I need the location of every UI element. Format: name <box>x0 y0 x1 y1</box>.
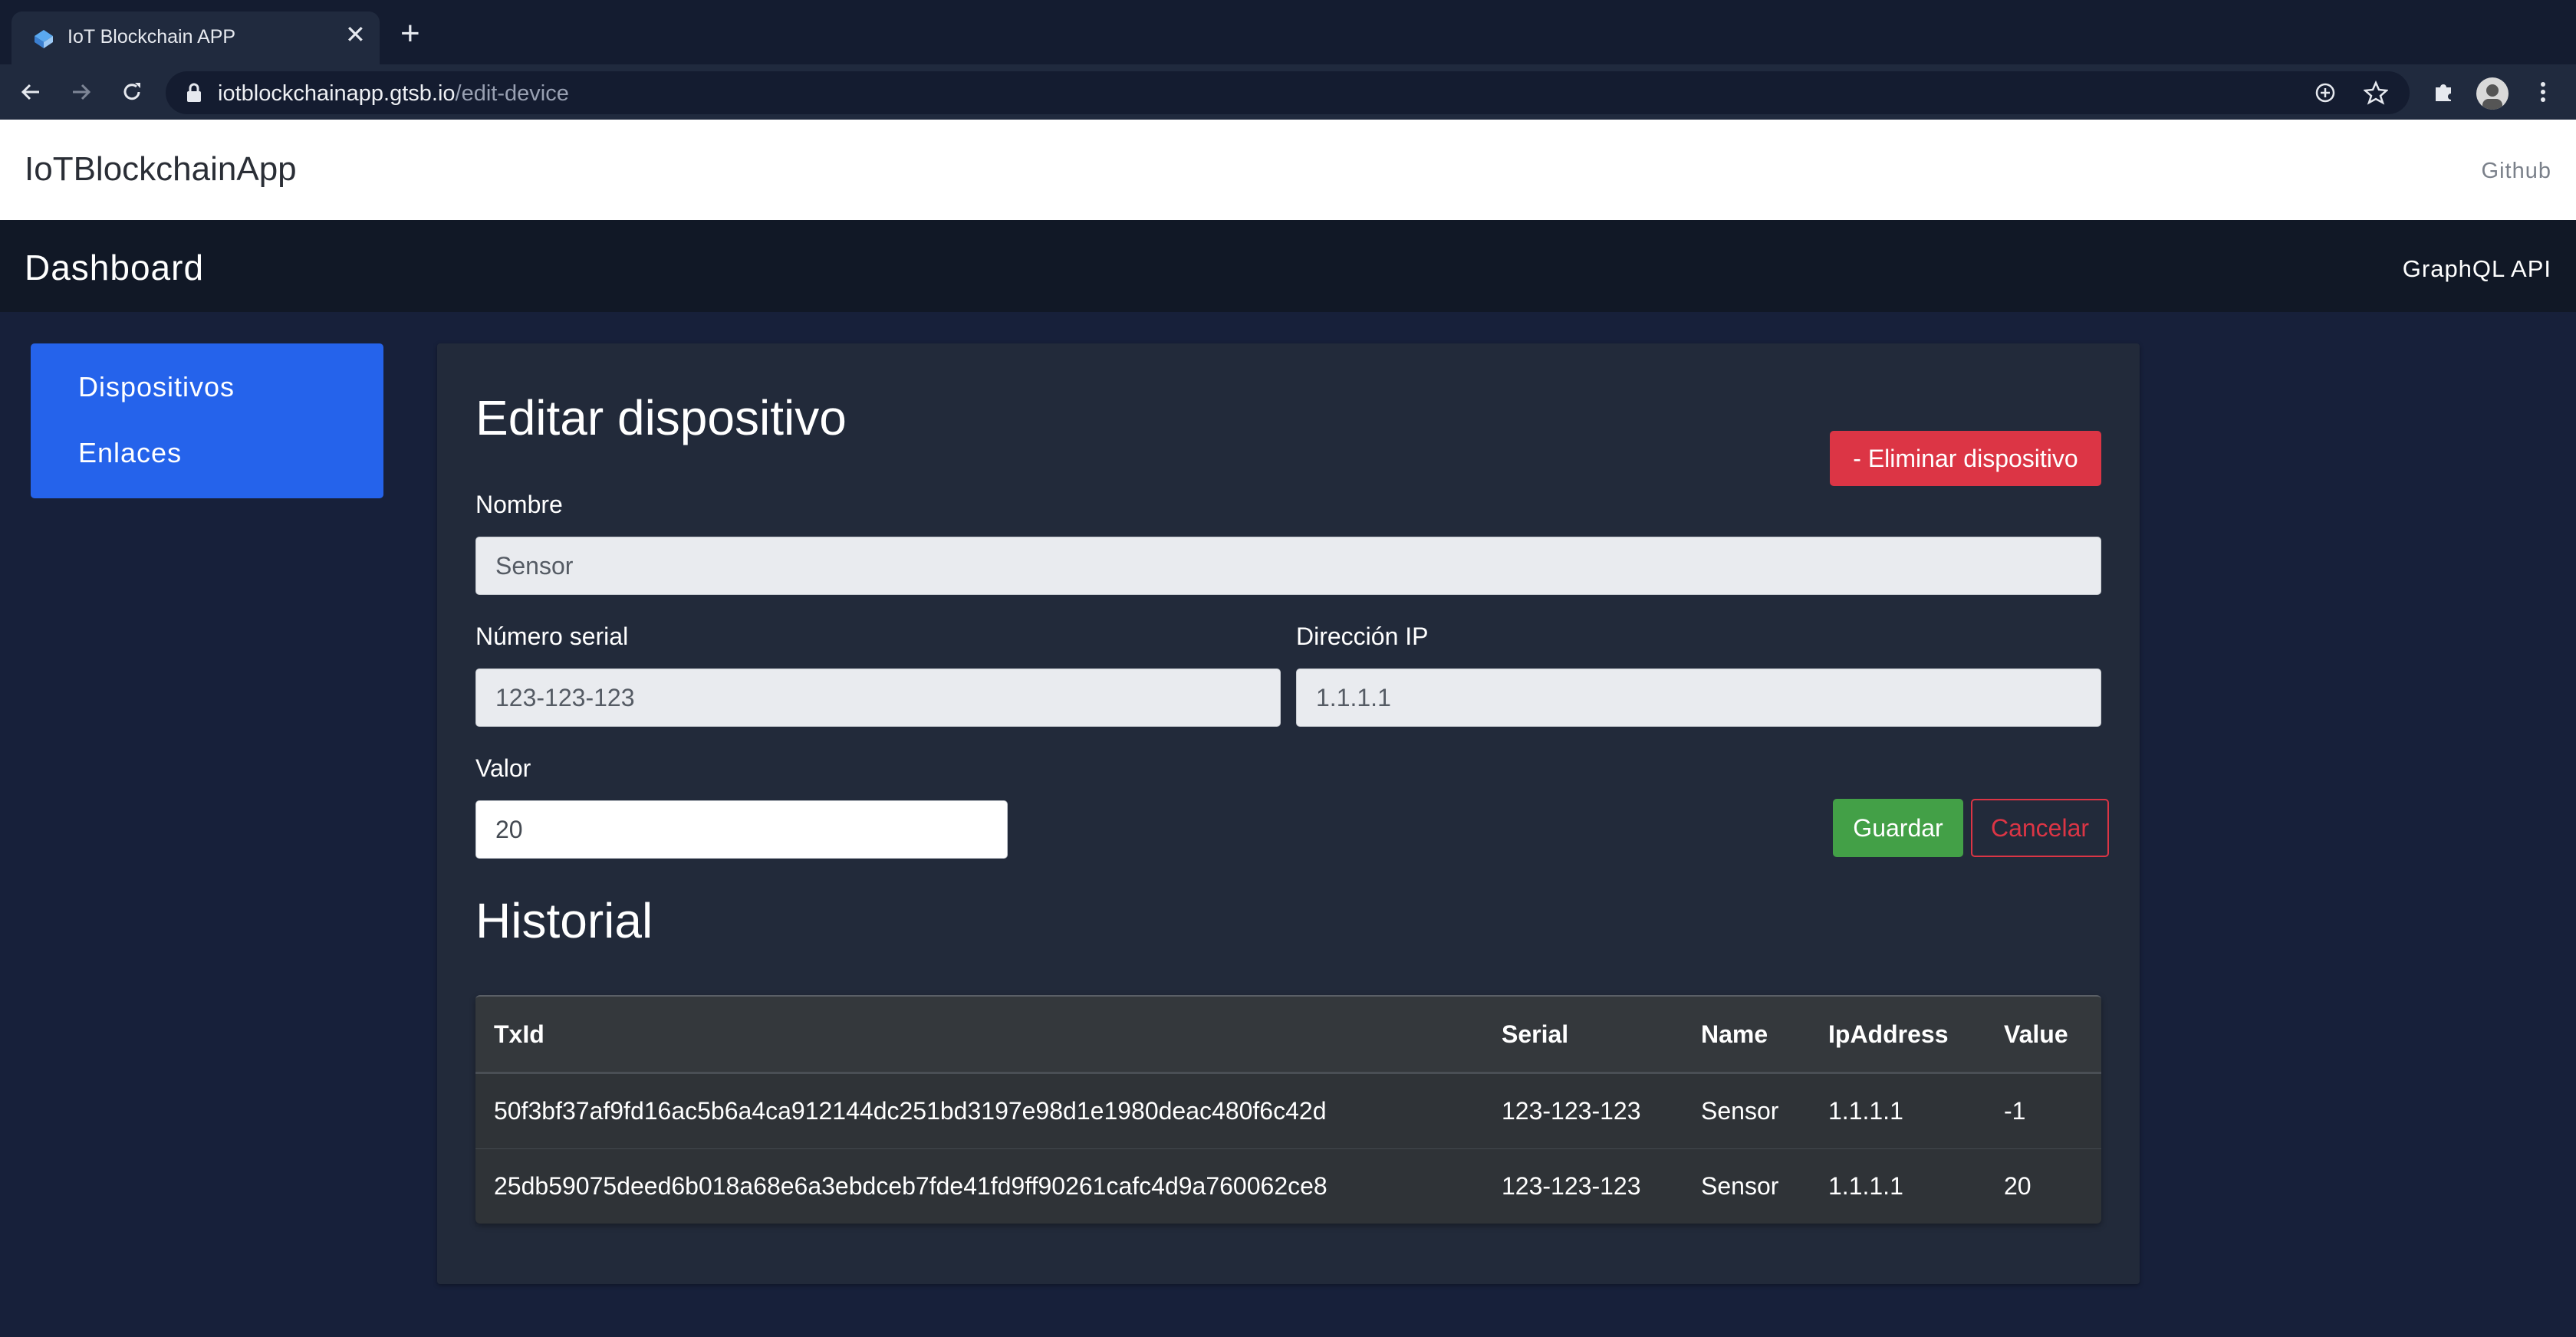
cell-value: 20 <box>2004 1172 2032 1200</box>
column-header-txid: TxId <box>475 997 1483 1074</box>
table-row: 25db59075deed6b018a68e6a3ebdceb7fde41fd9… <box>475 1149 2101 1224</box>
cell-txid: 25db59075deed6b018a68e6a3ebdceb7fde41fd9… <box>494 1172 1327 1200</box>
dashboard-bar: Dashboard GraphQL API <box>0 220 2576 312</box>
browser-menu-icon[interactable] <box>2529 78 2557 106</box>
table-row: 50f3bf37af9fd16ac5b6a4ca912144dc251bd319… <box>475 1073 2101 1149</box>
serial-field[interactable] <box>475 668 1281 727</box>
table-header-row: TxId Serial Name IpAddress Value <box>475 997 2101 1074</box>
url-path: /edit-device <box>455 81 569 106</box>
edit-device-card: Editar dispositivo - Eliminar dispositiv… <box>437 343 2140 1284</box>
cell-txid: 50f3bf37af9fd16ac5b6a4ca912144dc251bd319… <box>475 1073 1483 1149</box>
column-header-serial: Serial <box>1483 997 1683 1074</box>
value-field[interactable] <box>475 800 1008 859</box>
page-title: Editar dispositivo <box>475 390 847 445</box>
name-field[interactable] <box>475 537 2101 595</box>
browser-tab[interactable]: IoT Blockchain APP ✕ <box>12 11 380 64</box>
cell-name: Sensor <box>1683 1073 1810 1149</box>
profile-avatar-icon <box>2482 84 2502 110</box>
cell-serial: 123-123-123 <box>1483 1073 1683 1149</box>
graphql-api-link[interactable]: GraphQL API <box>2403 255 2551 283</box>
url-text: iotblockchainapp.gtsb.io/edit-device <box>218 81 569 107</box>
dashboard-title: Dashboard <box>25 248 205 287</box>
brand-title[interactable]: IoTBlockchainApp <box>25 150 297 189</box>
serial-label: Número serial <box>475 623 629 650</box>
ip-label: Dirección IP <box>1296 623 1429 650</box>
cell-serial: 123-123-123 <box>1502 1172 1641 1200</box>
save-button[interactable]: Guardar <box>1833 799 1963 857</box>
cell-ipaddress: 1.1.1.1 <box>1810 1073 1985 1149</box>
app-favicon-icon <box>35 30 53 48</box>
extensions-puzzle-icon[interactable] <box>2430 78 2457 106</box>
new-tab-icon[interactable]: + <box>400 17 420 51</box>
install-app-icon[interactable] <box>2313 80 2337 105</box>
column-header-ipaddress: IpAddress <box>1810 997 1985 1074</box>
close-tab-icon[interactable]: ✕ <box>345 22 366 47</box>
delete-device-button[interactable]: - Eliminar dispositivo <box>1830 431 2101 486</box>
app-header: IoTBlockchainApp Github <box>0 120 2576 220</box>
forward-arrow-icon[interactable] <box>67 78 95 106</box>
sidebar: Dispositivos Enlaces <box>31 343 383 498</box>
address-bar[interactable]: iotblockchainapp.gtsb.io/edit-device <box>166 71 2410 114</box>
value-label: Valor <box>475 754 531 782</box>
column-header-value: Value <box>1985 997 2101 1074</box>
name-label: Nombre <box>475 491 563 518</box>
cancel-button[interactable]: Cancelar <box>1971 799 2109 857</box>
browser-toolbar: iotblockchainapp.gtsb.io/edit-device <box>0 64 2576 120</box>
back-arrow-icon[interactable] <box>17 78 44 106</box>
history-table: TxId Serial Name IpAddress Value 50f3bf3… <box>475 995 2101 1224</box>
sidebar-item-enlaces[interactable]: Enlaces <box>78 437 182 469</box>
history-title: Historial <box>475 893 653 948</box>
cell-value: -1 <box>1985 1073 2101 1149</box>
lock-icon <box>187 83 201 102</box>
ip-address-field[interactable] <box>1296 668 2101 727</box>
column-header-name: Name <box>1683 997 1810 1074</box>
url-host: iotblockchainapp.gtsb.io <box>218 81 456 106</box>
cell-name: Sensor <box>1701 1172 1779 1200</box>
tab-title: IoT Blockchain APP <box>67 26 236 48</box>
browser-tab-strip: IoT Blockchain APP ✕ + <box>0 0 2576 64</box>
profile-avatar[interactable] <box>2476 77 2509 110</box>
sidebar-item-dispositivos[interactable]: Dispositivos <box>78 371 235 403</box>
cell-ipaddress: 1.1.1.1 <box>1828 1172 1903 1200</box>
reload-icon[interactable] <box>118 78 146 106</box>
bookmark-star-icon[interactable] <box>2364 80 2388 105</box>
github-link[interactable]: Github <box>2482 159 2551 184</box>
